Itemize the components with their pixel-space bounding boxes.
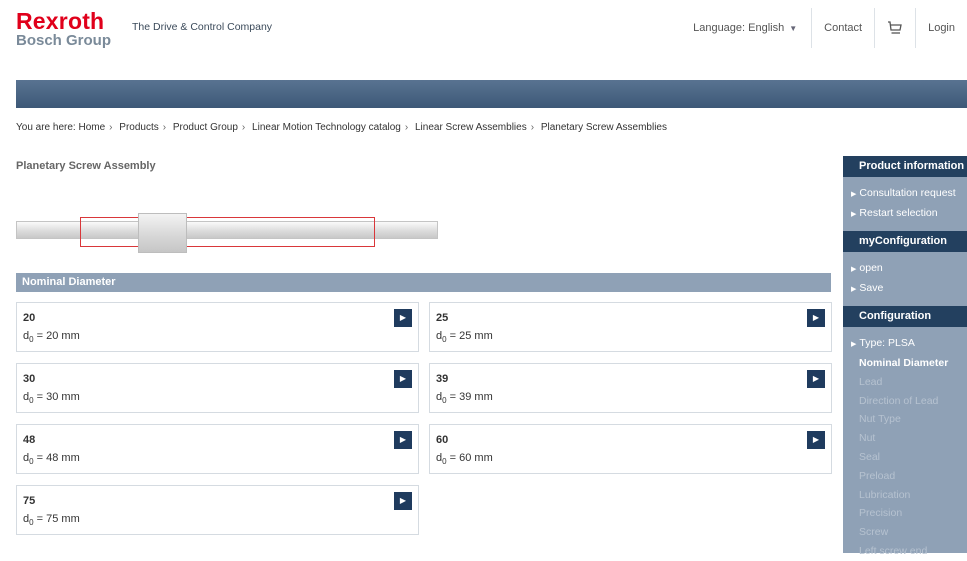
config-step-lubrication: Lubrication	[859, 488, 911, 501]
option-description: d0 = 60 mm	[436, 452, 493, 467]
breadcrumb-products[interactable]: Products	[119, 122, 158, 133]
breadcrumb-linear-motion-catalog[interactable]: Linear Motion Technology catalog	[252, 122, 401, 133]
config-type-link[interactable]: ▶ Type: PLSA	[843, 334, 967, 354]
option-description: d0 = 75 mm	[23, 513, 80, 528]
config-step-lead: Lead	[859, 375, 883, 388]
chevron-down-icon: ▼	[789, 23, 798, 33]
breadcrumb-separator: ›	[162, 122, 167, 133]
screw-nut	[138, 213, 187, 253]
option-description: d0 = 48 mm	[23, 452, 80, 467]
breadcrumb-separator: ›	[530, 122, 535, 133]
header-nav: Language: English ▼ Contact Login	[681, 8, 967, 48]
triangle-right-icon: ▶	[851, 191, 857, 198]
login-label: Login	[928, 22, 955, 34]
option-card-39[interactable]: 39 d0 = 39 mm ▶	[429, 363, 832, 413]
myconfiguration-open-link[interactable]: ▶ open	[843, 259, 967, 279]
option-value: 75	[23, 495, 36, 507]
select-arrow-button[interactable]: ▶	[394, 370, 412, 388]
option-card-20[interactable]: 20 d0 = 20 mm ▶	[16, 302, 419, 352]
login-link[interactable]: Login	[915, 8, 967, 48]
config-step-direction-of-lead: Direction of Lead	[859, 394, 939, 407]
triangle-right-icon: ▶	[851, 341, 857, 348]
myconfiguration-header: myConfiguration	[843, 231, 967, 252]
option-card-48[interactable]: 48 d0 = 48 mm ▶	[16, 424, 419, 474]
config-step-screw: Screw	[859, 526, 889, 539]
option-description: d0 = 20 mm	[23, 330, 80, 345]
option-value: 20	[23, 312, 36, 324]
breadcrumb-planetary-screw-assemblies[interactable]: Planetary Screw Assemblies	[541, 122, 667, 133]
triangle-right-icon: ▶	[851, 266, 857, 273]
config-step-nut: Nut	[859, 432, 876, 445]
page-title: Planetary Screw Assembly	[16, 160, 156, 172]
option-value: 25	[436, 312, 449, 324]
top-navigation-bar	[16, 80, 967, 108]
language-label: Language: English	[693, 22, 785, 34]
nominal-diameter-section-header: Nominal Diameter	[16, 273, 831, 292]
breadcrumb-linear-screw-assemblies[interactable]: Linear Screw Assemblies	[415, 122, 527, 133]
option-card-30[interactable]: 30 d0 = 30 mm ▶	[16, 363, 419, 413]
breadcrumb-home[interactable]: Home	[78, 122, 105, 133]
breadcrumb-separator: ›	[241, 122, 246, 133]
cart-icon	[888, 21, 902, 34]
configuration-header: Configuration	[843, 306, 967, 327]
select-arrow-button[interactable]: ▶	[394, 309, 412, 327]
config-step-precision: Precision	[859, 507, 903, 520]
breadcrumb-separator: ›	[109, 122, 113, 133]
language-selector[interactable]: Language: English ▼	[681, 8, 811, 48]
option-card-75[interactable]: 75 d0 = 75 mm ▶	[16, 485, 419, 535]
play-icon: ▶	[399, 374, 407, 383]
breadcrumb-separator: ›	[404, 122, 409, 133]
play-icon: ▶	[399, 496, 407, 505]
triangle-right-icon: ▶	[851, 211, 857, 218]
select-arrow-button[interactable]: ▶	[394, 492, 412, 510]
select-arrow-button[interactable]: ▶	[807, 370, 825, 388]
config-step-preload: Preload	[859, 469, 896, 482]
play-icon: ▶	[399, 313, 407, 322]
product-information-header: Product information	[843, 156, 967, 177]
logo-bosch-group-text: Bosch Group	[16, 32, 112, 49]
select-arrow-button[interactable]: ▶	[807, 431, 825, 449]
configurator-sidebar: Product information ▶ Consultation reques…	[843, 156, 967, 557]
tagline: The Drive & Control Company	[132, 21, 273, 33]
myconfiguration-save-link[interactable]: ▶ Save	[843, 279, 967, 299]
restart-selection-link[interactable]: ▶ Restart selection	[843, 204, 967, 224]
option-value: 48	[23, 434, 36, 446]
option-value: 39	[436, 373, 449, 385]
play-icon: ▶	[812, 374, 820, 383]
logo-rexroth-text: Rexroth	[16, 8, 105, 34]
contact-link[interactable]: Contact	[811, 8, 874, 48]
select-arrow-button[interactable]: ▶	[394, 431, 412, 449]
select-arrow-button[interactable]: ▶	[807, 309, 825, 327]
option-card-25[interactable]: 25 d0 = 25 mm ▶	[429, 302, 832, 352]
breadcrumb-product-group[interactable]: Product Group	[173, 122, 238, 133]
option-value: 60	[436, 434, 449, 446]
cart-button[interactable]	[874, 8, 915, 48]
play-icon: ▶	[399, 435, 407, 444]
play-icon: ▶	[812, 435, 820, 444]
config-step-seal: Seal	[859, 450, 881, 463]
option-description: d0 = 39 mm	[436, 391, 493, 406]
triangle-right-icon: ▶	[851, 286, 857, 293]
thread-length-highlight	[80, 217, 375, 247]
play-icon: ▶	[812, 313, 820, 322]
option-card-60[interactable]: 60 d0 = 60 mm ▶	[429, 424, 832, 474]
consultation-request-link[interactable]: ▶ Consultation request	[843, 184, 967, 204]
option-description: d0 = 30 mm	[23, 391, 80, 406]
config-step-left-screw-end: Left screw end	[859, 544, 928, 557]
screw-assembly-illustration	[16, 213, 438, 253]
breadcrumb-prefix: You are here:	[16, 122, 76, 133]
rexroth-logo[interactable]: Rexroth Bosch Group	[16, 8, 112, 50]
breadcrumb: You are here: Home › Products › Product Gr…	[16, 122, 667, 133]
config-step-nominal-diameter[interactable]: Nominal Diameter	[843, 354, 967, 373]
option-value: 30	[23, 373, 36, 385]
option-description: d0 = 25 mm	[436, 330, 493, 345]
config-step-nut-type: Nut Type	[859, 413, 901, 426]
contact-label: Contact	[824, 22, 863, 34]
